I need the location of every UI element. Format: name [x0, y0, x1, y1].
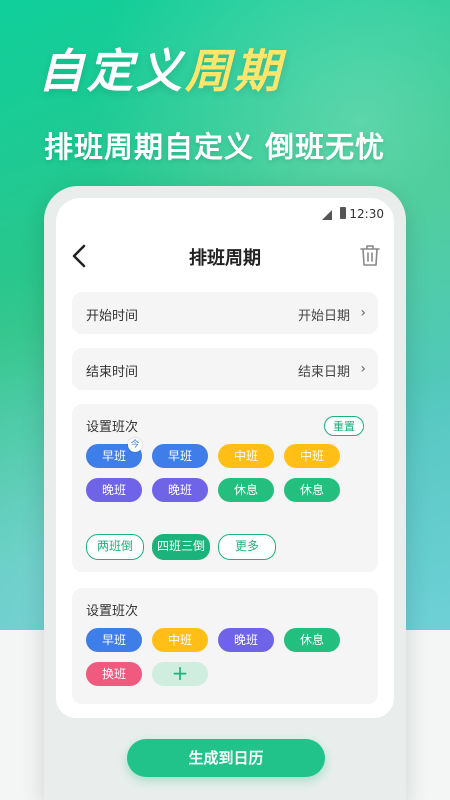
phone-screen: 12:30 排班周期 开始时间 开始日期 › 结束时间 结束日期 › 设置班次 … — [56, 198, 394, 718]
section-title: 设置班次 — [86, 604, 139, 619]
shift-settings-card: 设置班次 重置 早班 今 早班 中班 中班 晚班 晚班 休息 休息 两班倒 四班… — [72, 404, 378, 572]
pattern-more-button[interactable]: 更多 — [218, 534, 276, 560]
status-time: 12:30 — [349, 207, 384, 221]
shift-chip[interactable]: 中班 — [284, 444, 340, 468]
section-title: 设置班次 — [86, 420, 139, 435]
shift-chip[interactable]: 中班 — [218, 444, 274, 468]
pattern-two-shift-button[interactable]: 两班倒 — [86, 534, 144, 560]
hero-title-accent: 周期 — [185, 44, 283, 98]
nav-bar: 排班周期 — [56, 234, 394, 278]
today-badge: 今 — [128, 438, 142, 452]
chevron-right-icon: › — [360, 361, 366, 377]
start-date-value: 开始日期 — [297, 309, 350, 324]
trash-icon[interactable] — [358, 242, 382, 268]
page-title: 排班周期 — [189, 248, 261, 269]
shift-chip[interactable]: 晚班 — [152, 478, 208, 502]
end-date-value: 结束日期 — [297, 365, 350, 380]
generate-calendar-button[interactable]: 生成到日历 — [127, 739, 325, 777]
shift-chip[interactable]: 早班 — [152, 444, 208, 468]
hero-title: 自定义周期 — [38, 44, 283, 98]
sequence-chip[interactable]: 休息 — [284, 628, 340, 652]
pattern-four-shift-button[interactable]: 四班三倒 — [152, 534, 210, 560]
sequence-chip[interactable]: 换班 — [86, 662, 142, 686]
chevron-right-icon: › — [360, 305, 366, 321]
sequence-chip[interactable]: 中班 — [152, 628, 208, 652]
status-bar: 12:30 — [56, 198, 394, 228]
shift-chip[interactable]: 早班 今 — [86, 438, 142, 468]
add-shift-button[interactable]: + — [152, 662, 208, 686]
reset-button[interactable]: 重置 — [324, 416, 364, 436]
battery-icon — [340, 207, 346, 219]
shift-chip[interactable]: 晚班 — [86, 478, 142, 502]
sequence-chip[interactable]: 晚班 — [218, 628, 274, 652]
shift-sequence-card: 设置班次 早班 中班 晚班 休息 换班 + — [72, 588, 378, 704]
hero-subtitle: 排班周期自定义 倒班无忧 — [44, 130, 386, 164]
start-time-row[interactable]: 开始时间 开始日期 › — [72, 292, 378, 334]
shift-chip[interactable]: 休息 — [284, 478, 340, 502]
sequence-chip[interactable]: 早班 — [86, 628, 142, 652]
end-time-label: 结束时间 — [86, 365, 139, 380]
end-time-row[interactable]: 结束时间 结束日期 › — [72, 348, 378, 390]
signal-icon — [322, 210, 332, 220]
start-time-label: 开始时间 — [86, 309, 139, 324]
shift-chip[interactable]: 休息 — [218, 478, 274, 502]
